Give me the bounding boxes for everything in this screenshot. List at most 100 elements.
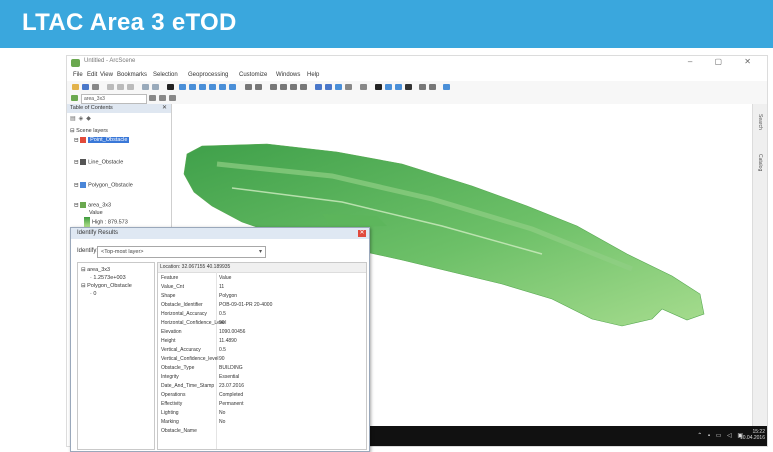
menu-bar: File Edit View Bookmarks Selection Geopr… [67,70,767,81]
scene-properties-icon[interactable] [179,84,186,90]
fly-icon[interactable] [255,84,262,90]
clear-selection-icon[interactable] [325,84,332,90]
attribute-row[interactable]: Vertical_Accuracy 0.5 [158,345,366,354]
attribute-row[interactable]: Horizontal_Confidence_Level 90 [158,318,366,327]
toc-layer-point-obstacle[interactable]: ⊟ Point_Obstacle [74,137,130,144]
zoom-layer-icon[interactable] [149,95,156,101]
legend-high-label: High : 879.573 [92,219,128,226]
menu-geoprocessing[interactable]: Geoprocessing [188,72,228,78]
select-features-icon[interactable] [315,84,322,90]
navigate-icon[interactable] [245,84,252,90]
location-bar: Location: 32.067155 40.189935 [158,263,366,273]
pointer-icon[interactable] [375,84,382,90]
toc-layer-line-obstacle[interactable]: ⊟ Line_Obstacle [74,159,123,165]
menu-edit[interactable]: Edit [87,72,97,78]
identify-icon[interactable] [335,84,342,90]
attribute-value: Completed [219,392,244,398]
tree-node-polygon-feature[interactable]: · 0 [90,291,96,297]
zoom-out-icon[interactable] [280,84,287,90]
full-extent-icon[interactable] [300,84,307,90]
polygon-symbol-icon [80,182,87,188]
tree-node-polygon-obstacle[interactable]: ⊟ Polygon_Obstacle [81,283,132,289]
search-tab[interactable]: Search [757,114,763,130]
attribute-row[interactable]: Obstacle_Type BUILDING [158,363,366,372]
attribute-row[interactable]: Elevation 1090.00456 [158,327,366,336]
close-icon[interactable]: ✕ [358,230,366,237]
attribute-row[interactable]: Lighting No [158,408,366,417]
attribute-row[interactable]: Operations Completed [158,390,366,399]
graph-icon[interactable] [429,84,436,90]
identify-from-dropdown[interactable]: <Top-most layer> ▾ [97,246,266,258]
attribute-row[interactable]: Horizontal_Accuracy 0.5 [158,309,366,318]
attribute-row[interactable]: Height 11.4890 [158,336,366,345]
paste-icon[interactable] [127,84,134,90]
attribute-value: 11 [219,284,225,290]
catalog-tab[interactable]: Catalog [757,154,763,171]
attribute-field: Operations [161,392,186,398]
globe-icon[interactable] [385,84,392,90]
attribute-row[interactable]: Effectivity Permanent [158,399,366,408]
taskbar-clock[interactable]: 15:22 10.04.2016 [740,429,765,441]
menu-view[interactable]: View [100,72,113,78]
undo-icon[interactable] [142,84,149,90]
active-layer-combo[interactable]: area_3x3 [81,94,147,104]
menu-customize[interactable]: Customize [239,72,267,78]
add-data-icon[interactable] [167,84,174,90]
zoom-in-icon[interactable] [270,84,277,90]
toc-view-icons[interactable]: ▤◈◆ [70,115,94,122]
attribute-row[interactable]: Value_Cnt 11 [158,282,366,291]
find-icon[interactable] [345,84,352,90]
pen-icon[interactable] [169,95,176,101]
attribute-row[interactable]: Obstacle_Identifier POB-09-01-PR 20-4000 [158,300,366,309]
menu-selection[interactable]: Selection [153,72,178,78]
scene-layers-node[interactable]: ⊟ Scene layers [70,128,108,134]
html-popup-icon[interactable] [405,84,412,90]
tree-node-label: area_3x3 [87,267,111,273]
layer-3d-icon[interactable] [443,84,450,90]
menu-file[interactable]: File [73,72,83,78]
toc-layer-label: area_3x3 [88,202,112,209]
chevron-down-icon[interactable]: ▾ [259,247,262,257]
right-dock-panel[interactable]: Search Catalog [752,104,767,426]
toc-close-icon[interactable]: ✕ [159,104,167,113]
search-window-icon[interactable] [209,84,216,90]
toc-layer-area[interactable]: ⊟ area_3x3 [74,202,111,208]
tree-node-area-value[interactable]: · 1.2573e+003 [90,275,126,281]
line-symbol-icon [80,159,87,165]
menu-bookmarks[interactable]: Bookmarks [117,72,147,78]
identify-tree: ⊟ area_3x3 · 1.2573e+003 ⊟ Polygon_Obsta… [77,262,155,450]
attribute-row[interactable]: Feature Value [158,273,366,282]
tree-node-area[interactable]: ⊟ area_3x3 [81,267,110,273]
pan-icon[interactable] [290,84,297,90]
animation-icon[interactable] [419,84,426,90]
attribute-row[interactable]: Integrity Essential [158,372,366,381]
attribute-value: 23.07.2016 [219,383,245,389]
catalog-icon[interactable] [199,84,206,90]
cut-icon[interactable] [107,84,114,90]
ruler-icon[interactable] [159,95,166,101]
toc-icon[interactable] [189,84,196,90]
attribute-row[interactable]: Obstacle_Name [158,426,366,435]
python-icon[interactable] [229,84,236,90]
attribute-row[interactable]: Marking No [158,417,366,426]
menu-windows[interactable]: Windows [276,72,300,78]
attribute-value: No [219,419,226,425]
attribute-row[interactable]: Date_And_Time_Stamp 23.07.2016 [158,381,366,390]
copy-icon[interactable] [117,84,124,90]
attribute-row[interactable]: Vertical_Confidence_level 90 [158,354,366,363]
attribute-field: Vertical_Confidence_level [161,356,219,362]
system-tray-icons[interactable]: ⌃ ▪ ▭ ◁ ▣ [697,432,745,439]
window-controls[interactable]: – ▢ ✕ [688,57,761,66]
menu-help[interactable]: Help [307,72,319,78]
time-slider-icon[interactable] [395,84,402,90]
toc-layer-polygon-obstacle[interactable]: ⊟ Polygon_Obstacle [74,182,133,188]
attribute-row[interactable]: Shape Polygon [158,291,366,300]
window-titlebar: Untitled - ArcScene – ▢ ✕ [67,56,767,70]
arctoolbox-icon[interactable] [219,84,226,90]
measure-icon[interactable] [360,84,367,90]
print-icon[interactable] [92,84,99,90]
save-icon[interactable] [82,84,89,90]
attribute-value: Essential [219,374,240,380]
open-icon[interactable] [72,84,79,90]
redo-icon[interactable] [152,84,159,90]
